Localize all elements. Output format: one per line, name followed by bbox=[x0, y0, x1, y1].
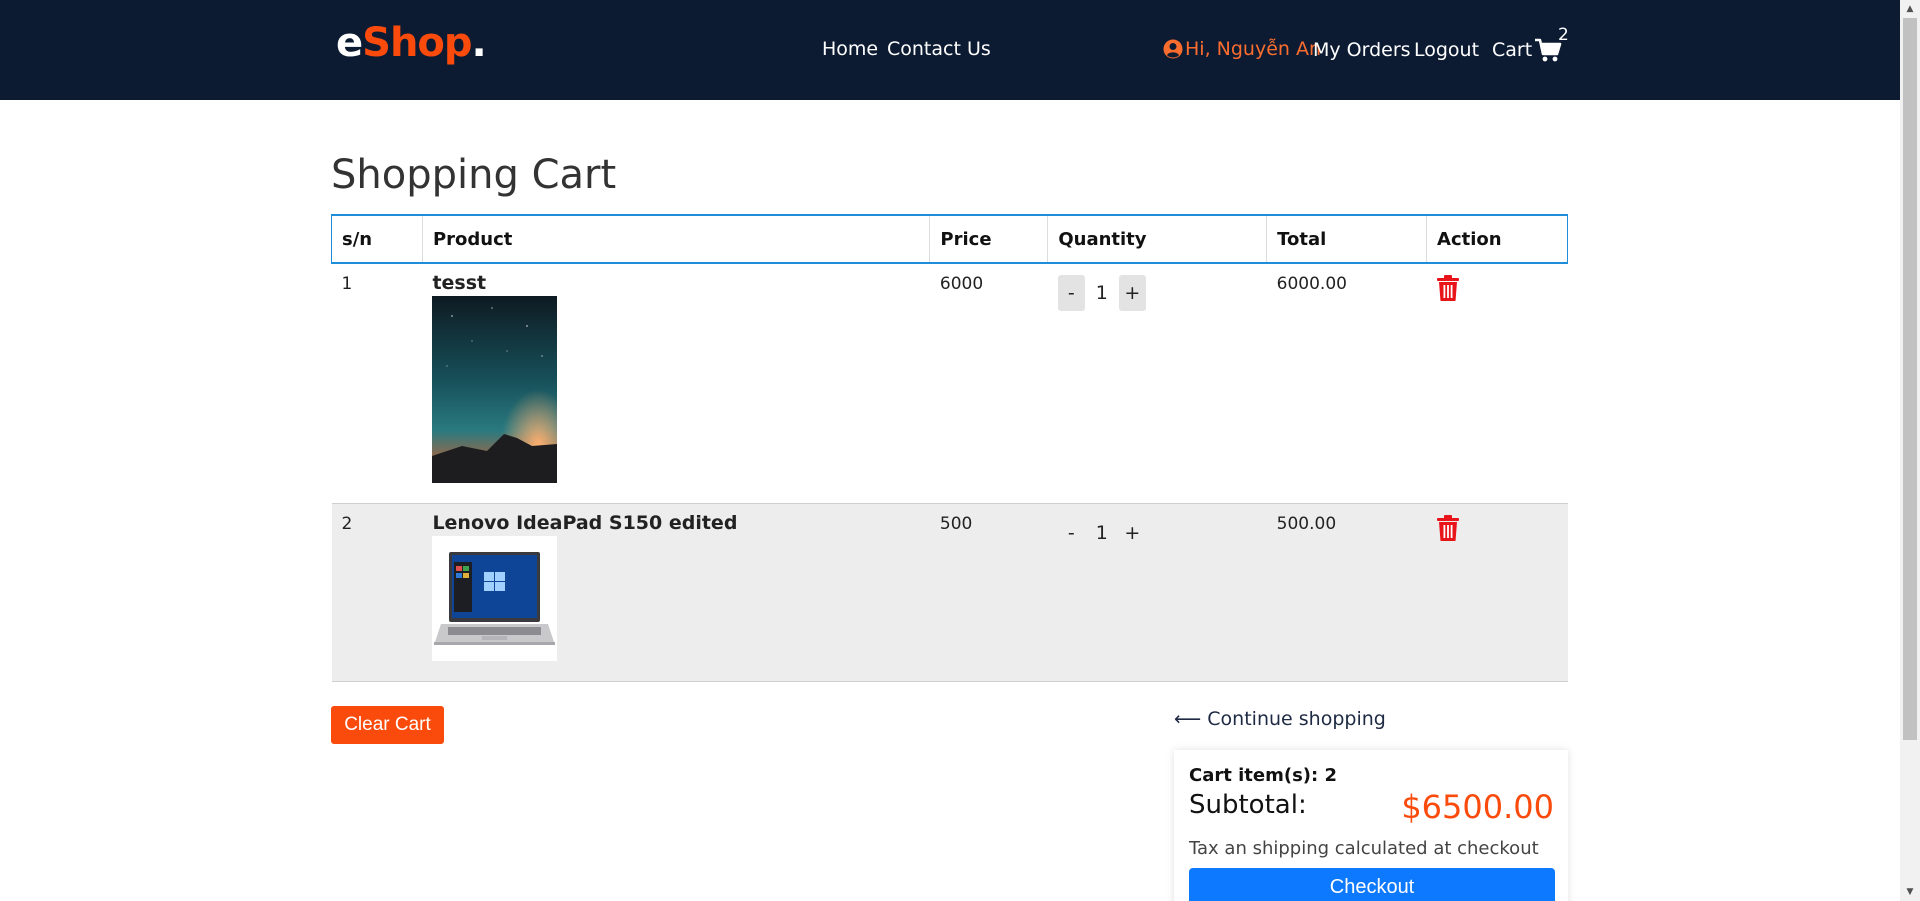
cart-summary-card: Cart item(s): 2 Subtotal: $6500.00 Tax a… bbox=[1174, 750, 1568, 901]
user-circle-icon bbox=[1163, 39, 1183, 59]
subtotal-label: Subtotal: bbox=[1189, 790, 1307, 820]
quantity-decrease-button[interactable]: - bbox=[1057, 514, 1085, 551]
row-price: 500 bbox=[929, 503, 1048, 682]
cart-items-count: Cart item(s): 2 bbox=[1189, 765, 1337, 786]
quantity-stepper: - 1 + bbox=[1057, 275, 1257, 311]
nav-home-link[interactable]: Home bbox=[822, 38, 878, 60]
product-name[interactable]: Lenovo IdeaPad S150 edited bbox=[432, 512, 919, 534]
product-image-night-sky[interactable] bbox=[432, 296, 558, 483]
my-orders-link[interactable]: My Orders bbox=[1313, 39, 1411, 61]
user-greeting[interactable]: Hi, Nguyễn An bbox=[1163, 38, 1321, 60]
clear-cart-button[interactable]: Clear Cart bbox=[331, 706, 444, 744]
quantity-value: 1 bbox=[1095, 282, 1108, 304]
row-sn: 2 bbox=[331, 503, 423, 682]
quantity-value: 1 bbox=[1095, 521, 1108, 544]
cart-count-badge: 2 bbox=[1558, 25, 1569, 45]
table-header-row: s/n Product Price Quantity Total Action bbox=[331, 214, 1568, 264]
quantity-increase-button[interactable]: + bbox=[1118, 275, 1146, 311]
table-row: 2 Lenovo IdeaPad S150 edited 500 - 1 + 5… bbox=[331, 503, 1568, 682]
cart-label: Cart bbox=[1492, 39, 1533, 61]
row-quantity: - 1 + bbox=[1047, 263, 1267, 504]
header-price: Price bbox=[929, 214, 1048, 264]
cart-link[interactable]: Cart bbox=[1492, 37, 1562, 63]
quantity-stepper: - 1 + bbox=[1057, 514, 1257, 551]
subtotal-value: $6500.00 bbox=[1401, 788, 1554, 826]
header-action: Action bbox=[1426, 214, 1568, 264]
vertical-scrollbar[interactable]: ▲ ▼ bbox=[1900, 0, 1920, 901]
row-product: tesst bbox=[422, 263, 930, 504]
checkout-button[interactable]: Checkout bbox=[1189, 868, 1555, 901]
quantity-decrease-button[interactable]: - bbox=[1057, 275, 1085, 311]
quantity-increase-button[interactable]: + bbox=[1118, 514, 1146, 551]
trash-icon[interactable] bbox=[1436, 275, 1459, 301]
cart-table: s/n Product Price Quantity Total Action … bbox=[331, 214, 1568, 682]
product-image-laptop[interactable] bbox=[432, 535, 558, 661]
scroll-up-arrow-icon[interactable]: ▲ bbox=[1900, 0, 1920, 18]
row-price: 6000 bbox=[929, 263, 1048, 504]
row-total: 500.00 bbox=[1266, 503, 1427, 682]
page-title: Shopping Cart bbox=[331, 152, 617, 198]
row-quantity: - 1 + bbox=[1047, 503, 1267, 682]
row-sn: 1 bbox=[331, 263, 423, 504]
greeting-text: Hi, Nguyễn An bbox=[1185, 38, 1322, 60]
eshop-logo[interactable]: eShop. bbox=[336, 20, 487, 66]
scroll-down-arrow-icon[interactable]: ▼ bbox=[1900, 883, 1920, 901]
top-navbar: eShop. Home Contact Us Hi, Nguyễn An My … bbox=[0, 0, 1900, 100]
header-sn: s/n bbox=[331, 214, 423, 264]
trash-icon[interactable] bbox=[1436, 514, 1459, 541]
row-product: Lenovo IdeaPad S150 edited bbox=[422, 503, 930, 682]
header-total: Total bbox=[1266, 214, 1427, 264]
header-product: Product bbox=[421, 214, 930, 264]
row-action bbox=[1426, 263, 1568, 504]
nav-contact-link[interactable]: Contact Us bbox=[887, 38, 991, 60]
table-row: 1 tesst 6000 - 1 + 6000.00 bbox=[331, 263, 1568, 504]
row-total: 6000.00 bbox=[1266, 263, 1427, 504]
header-quantity: Quantity bbox=[1047, 214, 1267, 264]
tax-shipping-note: Tax an shipping calculated at checkout bbox=[1189, 838, 1539, 859]
logout-link[interactable]: Logout bbox=[1414, 39, 1479, 61]
scrollbar-thumb[interactable] bbox=[1903, 18, 1917, 740]
continue-shopping-link[interactable]: ⟵ Continue shopping bbox=[1174, 708, 1386, 730]
product-name[interactable]: tesst bbox=[432, 272, 919, 294]
row-action bbox=[1426, 503, 1568, 682]
